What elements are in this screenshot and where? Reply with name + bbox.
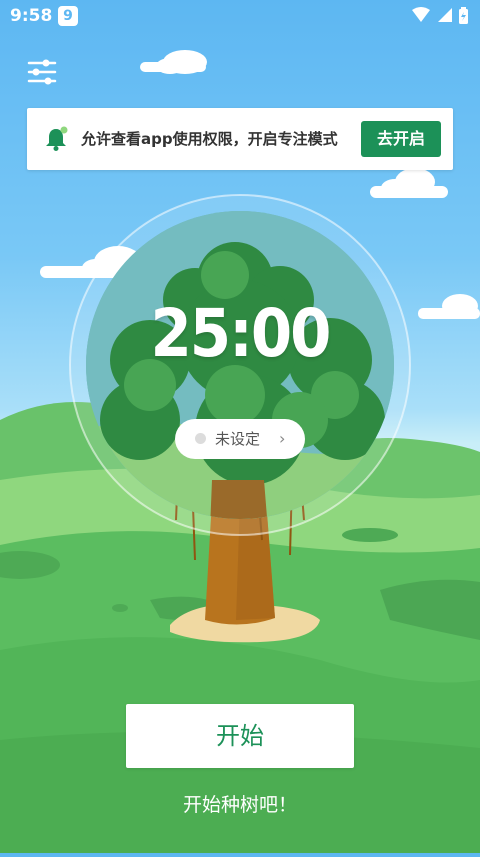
notification-badge: 9 — [58, 6, 78, 26]
bell-icon — [46, 126, 68, 151]
signal-icon — [438, 8, 452, 22]
timer-display: 25:00 — [150, 295, 331, 372]
tag-selector-button[interactable]: 未设定 › — [175, 419, 305, 459]
tag-color-dot — [195, 433, 206, 444]
chevron-right-icon: › — [279, 429, 286, 448]
status-icons — [412, 7, 468, 24]
cloud-decoration — [370, 168, 448, 198]
permission-banner: 允许查看app使用权限，开启专注模式 去开启 — [27, 108, 453, 170]
settings-menu-button[interactable] — [26, 58, 58, 86]
enable-permission-button[interactable]: 去开启 — [361, 121, 441, 157]
status-time: 9:58 — [10, 6, 53, 26]
cloud-decoration — [140, 50, 207, 74]
banner-message: 允许查看app使用权限，开启专注模式 — [81, 130, 338, 148]
battery-charging-icon — [459, 7, 468, 24]
settings-sliders-icon — [27, 59, 57, 85]
wifi-icon — [412, 7, 430, 22]
tag-label: 未设定 — [215, 430, 261, 448]
start-button[interactable]: 开始 — [126, 704, 354, 768]
status-bar: 9:58 9 — [0, 0, 480, 32]
cloud-decoration — [418, 294, 480, 319]
start-hint-text: 开始种树吧！ — [182, 794, 297, 816]
